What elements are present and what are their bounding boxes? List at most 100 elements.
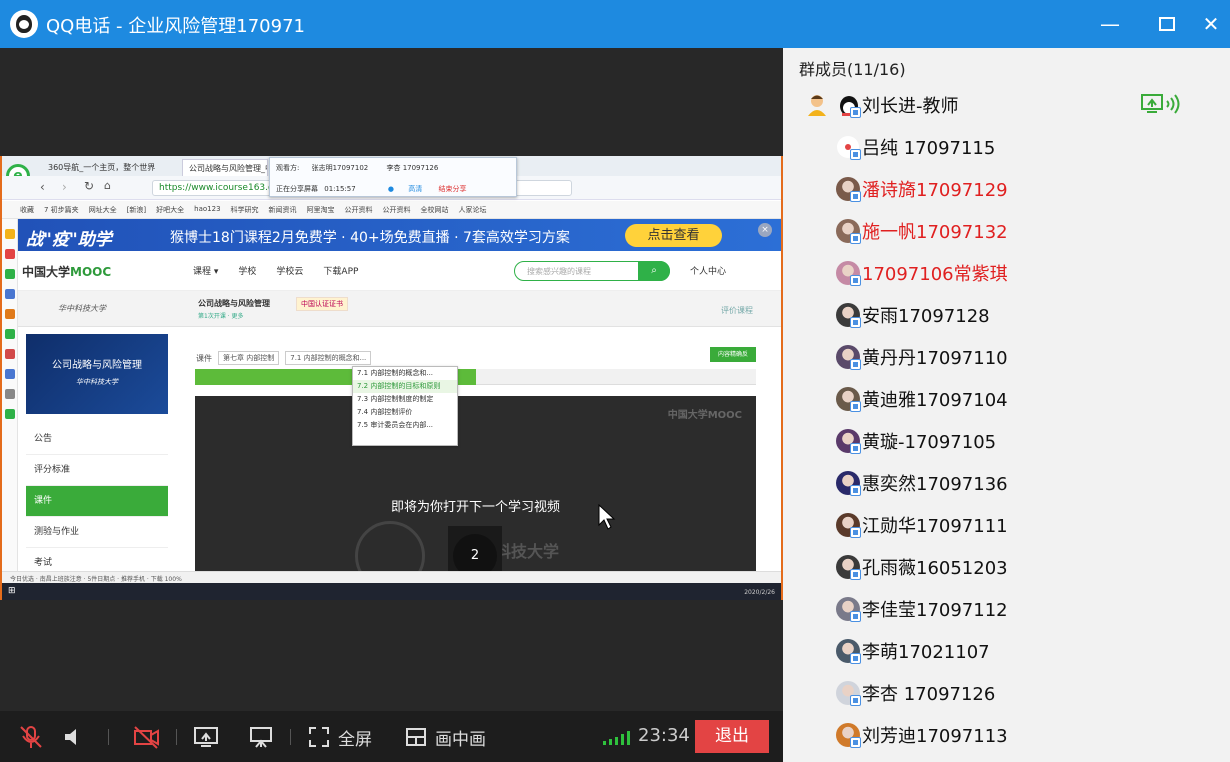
member-row[interactable]: 惠奕然17097136 — [783, 462, 1230, 504]
member-row[interactable]: 孔雨薇16051203 — [783, 546, 1230, 588]
member-name: 吕纯 17097115 — [862, 138, 996, 159]
browser-status-bar: 今日优选 · 南昌上班族注意 · 5件日期点 · 推荐手机 · 下载 100% — [2, 571, 781, 583]
nav-download-app: 下载APP — [323, 267, 359, 277]
course-menu: 公告 评分标准 课件 测验与作业 考试 — [26, 424, 168, 579]
chapter-select: 第七章 内部控制 — [218, 351, 280, 365]
banner-close-button[interactable]: × — [758, 223, 772, 237]
mooc-header: 中国大学MOOC 课程 ▾ 学校 学校云 下载APP 搜索感兴趣的课程 ⌕ 个人… — [18, 251, 781, 291]
banner-title: 战"疫"助学 — [26, 230, 112, 250]
signal-strength-icon — [603, 731, 631, 745]
device-badge-icon — [850, 191, 861, 202]
certificate-badge: 中国认证证书 — [296, 297, 348, 311]
device-badge-icon — [850, 611, 861, 622]
school-seal — [355, 521, 425, 576]
browser-tab: 公司战略与风险管理_中国大学MOOC — [182, 159, 268, 176]
section-select: 7.1 内部控制的概念和... — [285, 351, 372, 365]
call-controls: 全屏 画中画 23:34 退出 — [0, 711, 783, 762]
member-row[interactable]: 17097106常紫琪 — [783, 252, 1230, 294]
bookmarks-bar: 收藏 7 初步篇夹 网址大全 [新浪] 好吧大全 hao123 科学研究 新闻资… — [2, 201, 781, 219]
picture-in-picture-icon — [406, 728, 426, 746]
member-name: 刘芳迪17097113 — [862, 726, 1008, 747]
member-row[interactable]: 刘长进-教师 — [783, 84, 1230, 126]
course-name: 公司战略与风险管理 — [198, 299, 270, 308]
member-name: 孔雨薇16051203 — [862, 558, 1008, 579]
member-row[interactable]: 吕纯 17097115 — [783, 126, 1230, 168]
member-row[interactable]: 黄迪雅17097104 — [783, 378, 1230, 420]
banner-text: 猴博士18门课程2月免费学 · 40+场免费直播 · 7套高效学习方案 — [170, 230, 570, 246]
player-watermark: 中国大学MOOC — [667, 410, 742, 421]
forward-icon: › — [62, 180, 67, 194]
stop-share-button[interactable]: 结束分享 — [439, 185, 467, 193]
device-badge-icon — [850, 443, 861, 454]
sharing-screen-icon — [1140, 93, 1186, 115]
member-row[interactable]: 安雨17097128 — [783, 294, 1230, 336]
next-video-text: 即将为你打开下一个学习视频 — [390, 500, 560, 515]
member-name: 安雨17097128 — [862, 306, 990, 327]
maximize-button[interactable] — [1152, 9, 1182, 39]
nav-schools: 学校 — [238, 267, 257, 277]
device-badge-icon — [850, 359, 861, 370]
member-row[interactable]: 李佳莹17097112 — [783, 588, 1230, 630]
exit-button[interactable]: 退出 — [695, 720, 769, 753]
sharing-label: 正在分享屏幕 — [276, 185, 318, 193]
presentation-icon[interactable] — [248, 724, 274, 750]
device-badge-icon — [850, 485, 861, 496]
member-row[interactable]: 潘诗旖17097129 — [783, 168, 1230, 210]
bookmark: 好吧大全 — [156, 206, 185, 214]
device-badge-icon — [850, 233, 861, 244]
member-row[interactable]: 江勋华17097111 — [783, 504, 1230, 546]
bookmark: 7 初步篇夹 — [44, 206, 79, 214]
member-row[interactable]: 施一帆17097132 — [783, 210, 1230, 252]
member-row[interactable]: 李萌17021107 — [783, 630, 1230, 672]
member-name: 李杏 17097126 — [862, 684, 996, 705]
member-name: 潘诗旖17097129 — [862, 180, 1008, 201]
course-school: 华中科技大学 — [58, 304, 106, 313]
menu-courseware: 课件 — [26, 486, 168, 517]
minimize-button[interactable]: — — [1095, 9, 1125, 39]
member-row[interactable]: 刘芳迪17097113 — [783, 714, 1230, 756]
sharing-time: 01:15:57 — [324, 185, 356, 193]
course-thumbnail: 公司战略与风险管理 华中科技大学 — [26, 334, 168, 414]
screen-share-icon[interactable] — [193, 724, 219, 750]
bookmark: 网址大全 — [88, 206, 117, 214]
device-badge-icon — [850, 695, 861, 706]
member-row[interactable]: 李杏 17097126 — [783, 672, 1230, 714]
fullscreen-button[interactable]: 全屏 — [308, 724, 372, 750]
course-meta: 第1次开课 · 更多 — [198, 313, 244, 320]
speaker-icon[interactable] — [62, 724, 86, 750]
close-button[interactable]: ✕ — [1196, 9, 1226, 39]
member-name: 李萌17021107 — [862, 642, 990, 663]
menu-grading: 评分标准 — [26, 455, 168, 486]
members-title: 群成员(11/16) — [799, 60, 906, 79]
mic-icon[interactable]: ● — [388, 185, 394, 193]
mic-muted-icon[interactable] — [18, 724, 44, 750]
section-dropdown: 7.1 内部控制的概念和... 7.2 内部控制的目标和原则 7.3 内部控制制… — [352, 366, 458, 446]
video-player: 中国大学MOOC 科技大学 即将为你打开下一个学习视频 2 — [195, 396, 756, 576]
member-name: 黄丹丹17097110 — [862, 348, 1008, 369]
qq-logo-icon — [10, 10, 38, 38]
banner-view-button[interactable]: 点击查看 — [625, 224, 722, 247]
member-name: 黄迪雅17097104 — [862, 390, 1008, 411]
shared-screen: 360导航_一个主页，整个世界 公司战略与风险管理_中国大学MOOC e ‹ ›… — [0, 156, 783, 600]
hd-toggle[interactable]: 高清 — [408, 185, 422, 193]
pip-button[interactable]: 画中画 — [405, 724, 486, 750]
dropdown-item: 7.4 内部控制评价 — [357, 408, 413, 416]
bookmark: hao123 — [194, 205, 221, 213]
member-name: 施一帆17097132 — [862, 222, 1008, 243]
device-badge-icon — [850, 401, 861, 412]
member-row[interactable]: 黄丹丹17097110 — [783, 336, 1230, 378]
windows-start-icon: ⊞ — [8, 586, 16, 596]
member-row[interactable]: 黄璇-17097105 — [783, 420, 1230, 462]
sharer-name: 李杏 17097126 — [386, 164, 439, 172]
mouse-cursor-icon — [598, 504, 616, 530]
camera-off-icon[interactable] — [132, 724, 160, 750]
window-title: QQ电话 - 企业风险管理170971 — [46, 16, 305, 37]
browser-sidebar — [2, 219, 18, 571]
device-badge-icon — [850, 149, 861, 160]
members-panel: 群成员(11/16) 刘长进-教师吕纯 17097115 潘诗旖17097129 施… — [783, 48, 1230, 762]
refresh-icon: ↻ — [84, 179, 95, 193]
windows-taskbar: ⊞ 2020/2/26 — [2, 583, 781, 600]
browser-tab: 360导航_一个主页，整个世界 — [48, 163, 156, 172]
device-badge-icon — [850, 527, 861, 538]
course-header: 华中科技大学 公司战略与风险管理 第1次开课 · 更多 中国认证证书 评价课程 — [18, 291, 781, 327]
